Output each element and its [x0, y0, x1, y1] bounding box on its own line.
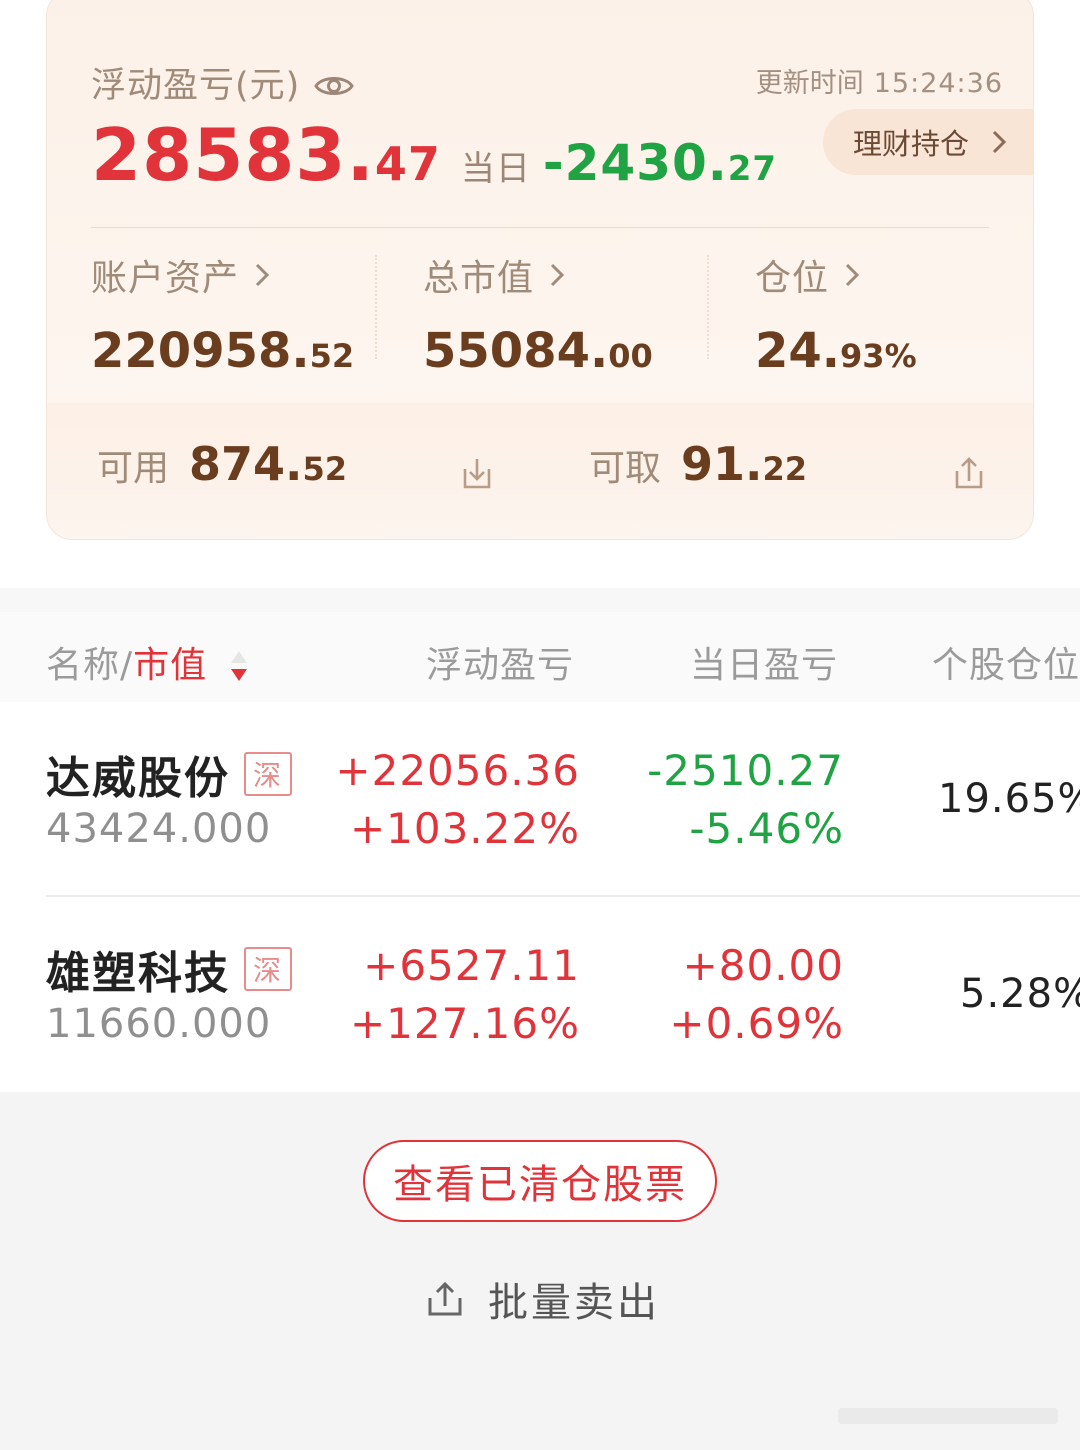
stock-name: 雄塑科技 — [46, 948, 230, 999]
update-time-value: 15:24:36 — [873, 68, 1003, 99]
market-value-dec: 00 — [608, 337, 653, 375]
header-market-value: 市值 — [133, 645, 208, 686]
position-stat[interactable]: 仓位 24. 93% — [755, 249, 917, 379]
update-time-label: 更新时间 — [755, 68, 864, 99]
account-assets-dec: 52 — [309, 337, 355, 375]
section-gap — [0, 588, 1080, 612]
floating-pl-title: 浮动盈亏(元) — [91, 57, 355, 108]
table-row[interactable]: 达威股份 深 43424.000 +22056.36 +103.22% -251… — [0, 702, 1080, 898]
stock-position: 19.65% — [938, 776, 1080, 822]
account-assets-int: 220958. — [91, 323, 310, 379]
daily-pl-percent: -5.46% — [689, 804, 844, 853]
stock-market-value: 43424.000 — [46, 806, 272, 852]
floating-pl-amount: +22056.36 — [335, 746, 580, 795]
market-value-value: 55084. 00 — [423, 323, 653, 379]
floating-pl-dec: 47 — [374, 137, 441, 191]
account-assets-label: 账户资产 — [91, 258, 240, 299]
download-tray-icon[interactable] — [457, 453, 497, 493]
floating-pl-percent: +127.16% — [349, 999, 580, 1048]
available-label: 可用 — [97, 448, 170, 489]
view-cleared-stocks-button[interactable]: 查看已清仓股票 — [363, 1140, 717, 1222]
wealth-holdings-label: 理财持仓 — [853, 127, 970, 161]
market-value-stat[interactable]: 总市值 55084. 00 — [423, 249, 653, 379]
withdrawable-funds: 可取 91.22 — [589, 437, 807, 491]
floating-pl-int: 28583. — [91, 113, 375, 197]
chevron-right-icon — [255, 263, 270, 287]
chevron-right-icon — [550, 263, 565, 287]
available-dec: 52 — [302, 450, 348, 488]
bottom-actions: 查看已清仓股票 批量卖出 — [0, 1092, 1080, 1450]
floating-pl-percent: +103.22% — [349, 804, 580, 853]
position-value: 24. 93% — [755, 323, 917, 379]
withdrawable-label: 可取 — [589, 448, 662, 489]
position-label: 仓位 — [755, 258, 830, 299]
header-floating-pl[interactable]: 浮动盈亏 — [426, 636, 574, 688]
position-int: 24. — [755, 323, 841, 379]
stat-separator — [375, 255, 377, 359]
withdrawable-value: 91.22 — [681, 437, 807, 491]
floating-pl-amount: +6527.11 — [363, 941, 580, 990]
account-summary-card: 浮动盈亏(元) 更新时间 15:24:36 28583. 47 当日 -2430. 2… — [46, 0, 1034, 540]
upload-tray-icon[interactable] — [949, 453, 989, 493]
header-daily-pl[interactable]: 当日盈亏 — [690, 636, 838, 688]
market-value-int: 55084. — [423, 323, 609, 379]
available-value: 874.52 — [189, 437, 347, 491]
today-pl-value: -2430. 27 — [543, 134, 777, 192]
wealth-holdings-button[interactable]: 理财持仓 — [823, 109, 1033, 175]
position-dec: 93% — [840, 337, 917, 375]
update-time: 更新时间 15:24:36 — [756, 61, 1003, 100]
stock-market-value: 11660.000 — [46, 1001, 272, 1047]
card-divider — [91, 227, 989, 228]
holdings-page: 浮动盈亏(元) 更新时间 15:24:36 28583. 47 当日 -2430. 2… — [0, 0, 1080, 1450]
holdings-table-header: 名称/市值 浮动盈亏 当日盈亏 个股仓位 — [0, 612, 1080, 702]
floating-pl-value: 28583. 47 当日 -2430. 27 — [91, 113, 777, 197]
today-pl-dec: 27 — [727, 149, 778, 189]
eye-icon[interactable] — [314, 69, 355, 97]
stock-name-row: 雄塑科技 深 — [46, 937, 292, 1001]
available-funds: 可用 874.52 — [97, 437, 347, 491]
today-pl-label: 当日 — [460, 149, 531, 189]
header-name-prefix: 名称/ — [46, 645, 134, 686]
today-pl-int: -2430. — [542, 134, 728, 192]
watermark-mark — [838, 1408, 1058, 1424]
daily-pl-amount: -2510.27 — [647, 746, 844, 795]
chevron-right-icon — [845, 263, 860, 287]
withdrawable-dec: 22 — [762, 450, 808, 488]
stat-separator — [707, 255, 709, 359]
daily-pl-percent: +0.69% — [669, 999, 844, 1048]
table-row[interactable]: 雄塑科技 深 11660.000 +6527.11 +127.16% +80.0… — [0, 897, 1080, 1093]
stock-position: 5.28% — [960, 971, 1080, 1017]
exchange-badge: 深 — [244, 947, 292, 991]
floating-pl-title-text: 浮动盈亏(元) — [91, 66, 301, 106]
account-assets-value: 220958. 52 — [91, 323, 354, 379]
sort-arrows-icon[interactable] — [228, 647, 250, 687]
upload-tray-icon — [428, 1281, 462, 1316]
stock-name-row: 达威股份 深 — [46, 742, 292, 806]
header-position[interactable]: 个股仓位 — [932, 636, 1080, 688]
exchange-badge: 深 — [244, 752, 292, 796]
chevron-right-icon — [992, 130, 1007, 154]
market-value-label: 总市值 — [423, 258, 535, 299]
market-value-label-row: 总市值 — [423, 249, 653, 301]
position-label-row: 仓位 — [755, 249, 917, 301]
available-int: 874. — [189, 437, 303, 491]
account-assets-label-row: 账户资产 — [91, 249, 354, 301]
stock-name: 达威股份 — [46, 753, 230, 804]
account-assets-stat[interactable]: 账户资产 220958. 52 — [91, 249, 354, 379]
header-name-market-value[interactable]: 名称/市值 — [46, 636, 250, 688]
batch-sell-label: 批量卖出 — [488, 1280, 660, 1326]
withdrawable-int: 91. — [681, 437, 763, 491]
daily-pl-amount: +80.00 — [682, 941, 844, 990]
batch-sell-button[interactable]: 批量卖出 — [424, 1270, 660, 1328]
